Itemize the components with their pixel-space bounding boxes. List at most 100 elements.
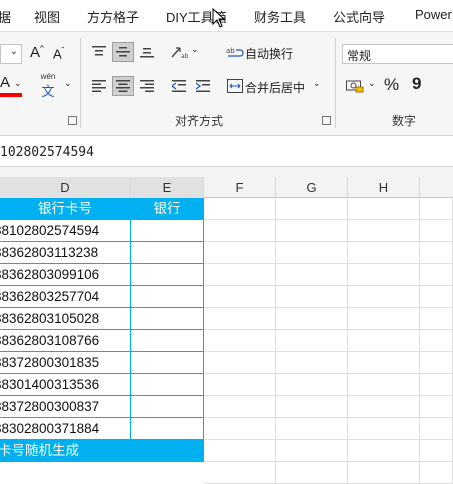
align-bottom-icon[interactable] — [136, 42, 158, 62]
menu-item-power[interactable]: Power — [415, 7, 452, 22]
table-cell-bank[interactable] — [131, 264, 204, 286]
table-cell-empty[interactable] — [204, 374, 276, 396]
table-cell-empty[interactable] — [348, 352, 420, 374]
table-cell-empty[interactable] — [204, 440, 276, 462]
table-cell-bank[interactable] — [131, 418, 204, 440]
wrap-text-button[interactable]: 自动换行 — [245, 45, 293, 62]
table-cell-empty[interactable] — [276, 286, 348, 308]
table-cell-empty[interactable] — [348, 374, 420, 396]
merge-center-button[interactable]: 合并后居中 — [245, 79, 305, 96]
table-cell-card-number[interactable]: 38362803105028 — [0, 308, 131, 330]
decrease-font-button[interactable]: Aˇ — [53, 46, 64, 61]
table-cell-card-number[interactable]: 38302800371884 — [0, 418, 131, 440]
table-cell-empty[interactable] — [348, 396, 420, 418]
column-header-g[interactable]: G — [276, 177, 348, 198]
table-cell-empty[interactable] — [276, 264, 348, 286]
menu-item-fangfang[interactable]: 方方格子 — [87, 7, 139, 26]
table-cell-empty[interactable] — [348, 242, 420, 264]
table-cell-card-number[interactable]: 38362803257704 — [0, 286, 131, 308]
formula-bar[interactable]: 102802574594 — [0, 137, 453, 167]
table-cell-empty[interactable] — [276, 198, 348, 220]
table-cell-empty[interactable] — [276, 330, 348, 352]
table-cell-empty[interactable] — [204, 264, 276, 286]
table-cell-bank[interactable] — [131, 308, 204, 330]
table-cell-empty[interactable] — [348, 418, 420, 440]
dialog-launcher-icon[interactable] — [322, 116, 331, 125]
text-orientation-icon[interactable]: ab — [168, 42, 190, 62]
menu-item-finance-tools[interactable]: 财务工具 — [254, 7, 306, 26]
table-cell-empty[interactable] — [348, 286, 420, 308]
table-cell-card-number[interactable]: 38362803099106 — [0, 264, 131, 286]
merge-center-icon[interactable] — [224, 76, 246, 96]
table-cell-empty[interactable] — [420, 264, 453, 286]
table-cell-card-number[interactable]: 38362803113238 — [0, 242, 131, 264]
menu-item-formula-wizard[interactable]: 公式向导 — [333, 7, 385, 26]
table-cell-empty[interactable] — [420, 462, 453, 484]
table-cell-bank[interactable] — [131, 242, 204, 264]
chevron-down-icon[interactable]: ⌄ — [14, 78, 22, 89]
table-cell-empty[interactable] — [348, 308, 420, 330]
table-cell-empty[interactable] — [420, 418, 453, 440]
chevron-down-icon[interactable]: ⌄ — [191, 44, 199, 55]
align-center-icon[interactable] — [112, 76, 134, 96]
table-cell-bank[interactable] — [131, 396, 204, 418]
table-cell-empty[interactable] — [276, 308, 348, 330]
menu-item-view[interactable]: 视图 — [34, 7, 60, 26]
table-cell-empty[interactable] — [276, 220, 348, 242]
table-cell-empty[interactable] — [204, 418, 276, 440]
table-cell-empty[interactable] — [204, 396, 276, 418]
table-cell-empty[interactable] — [420, 308, 453, 330]
table-cell-empty[interactable] — [204, 286, 276, 308]
table-cell-bank[interactable] — [131, 220, 204, 242]
table-cell-empty[interactable] — [204, 352, 276, 374]
table-cell-empty[interactable] — [420, 440, 453, 462]
increase-indent-icon[interactable] — [192, 76, 214, 96]
font-size-dropdown[interactable]: ⌄ — [0, 44, 22, 64]
column-header-e[interactable]: E — [131, 177, 204, 198]
cell-header-bank-card[interactable]: 银行卡号 — [0, 198, 131, 220]
column-header-f[interactable]: F — [204, 177, 276, 198]
table-cell-empty[interactable] — [276, 462, 348, 484]
table-cell-empty[interactable] — [420, 286, 453, 308]
table-cell-card-number[interactable]: 38372800300837 — [0, 396, 131, 418]
table-cell-bank[interactable] — [131, 286, 204, 308]
formula-content[interactable]: 102802574594 — [0, 145, 94, 160]
font-color-button[interactable]: A — [0, 74, 10, 91]
table-cell-empty[interactable] — [348, 440, 420, 462]
table-cell-empty[interactable] — [420, 396, 453, 418]
table-cell-bank[interactable] — [131, 352, 204, 374]
table-cell-empty[interactable] — [276, 374, 348, 396]
decrease-indent-icon[interactable] — [168, 76, 190, 96]
table-cell-card-number[interactable]: 38301400313536 — [0, 374, 131, 396]
align-left-icon[interactable] — [88, 76, 110, 96]
table-cell-empty[interactable] — [276, 242, 348, 264]
cell-header-bank[interactable]: 银行 — [131, 198, 204, 220]
table-cell-card-number[interactable]: 38362803108766 — [0, 330, 131, 352]
table-cell-bank[interactable] — [131, 330, 204, 352]
table-cell-bank[interactable] — [131, 374, 204, 396]
number-format-dropdown[interactable]: 常规 — [342, 44, 453, 64]
table-cell-empty[interactable] — [276, 440, 348, 462]
table-cell-empty[interactable] — [348, 264, 420, 286]
chevron-down-icon[interactable]: ⌄ — [368, 78, 376, 89]
table-cell-empty[interactable] — [348, 330, 420, 352]
worksheet-grid[interactable]: 银行卡号 银行 38102802574594 38362803113238 3836… — [0, 198, 453, 484]
accounting-format-icon[interactable] — [344, 76, 366, 96]
table-cell-card-number[interactable]: 38102802574594 — [0, 220, 131, 242]
table-cell-empty[interactable] — [420, 220, 453, 242]
chevron-down-icon[interactable]: ⌄ — [313, 78, 321, 89]
menu-item-data[interactable]: 据 — [0, 7, 11, 26]
table-cell-empty[interactable] — [420, 242, 453, 264]
table-cell-empty[interactable] — [348, 198, 420, 220]
column-header-d[interactable]: D — [0, 177, 131, 198]
table-cell-empty[interactable] — [204, 198, 276, 220]
wrap-text-icon[interactable]: ab — [224, 42, 246, 62]
table-cell-empty[interactable] — [276, 352, 348, 374]
table-cell-empty[interactable] — [420, 330, 453, 352]
table-cell-empty[interactable] — [420, 198, 453, 220]
table-cell-empty[interactable] — [204, 308, 276, 330]
table-cell-empty[interactable] — [204, 330, 276, 352]
cell-footer-note[interactable]: 卡号随机生成 — [0, 440, 204, 462]
align-right-icon[interactable] — [136, 76, 158, 96]
table-cell-empty[interactable] — [348, 462, 420, 484]
